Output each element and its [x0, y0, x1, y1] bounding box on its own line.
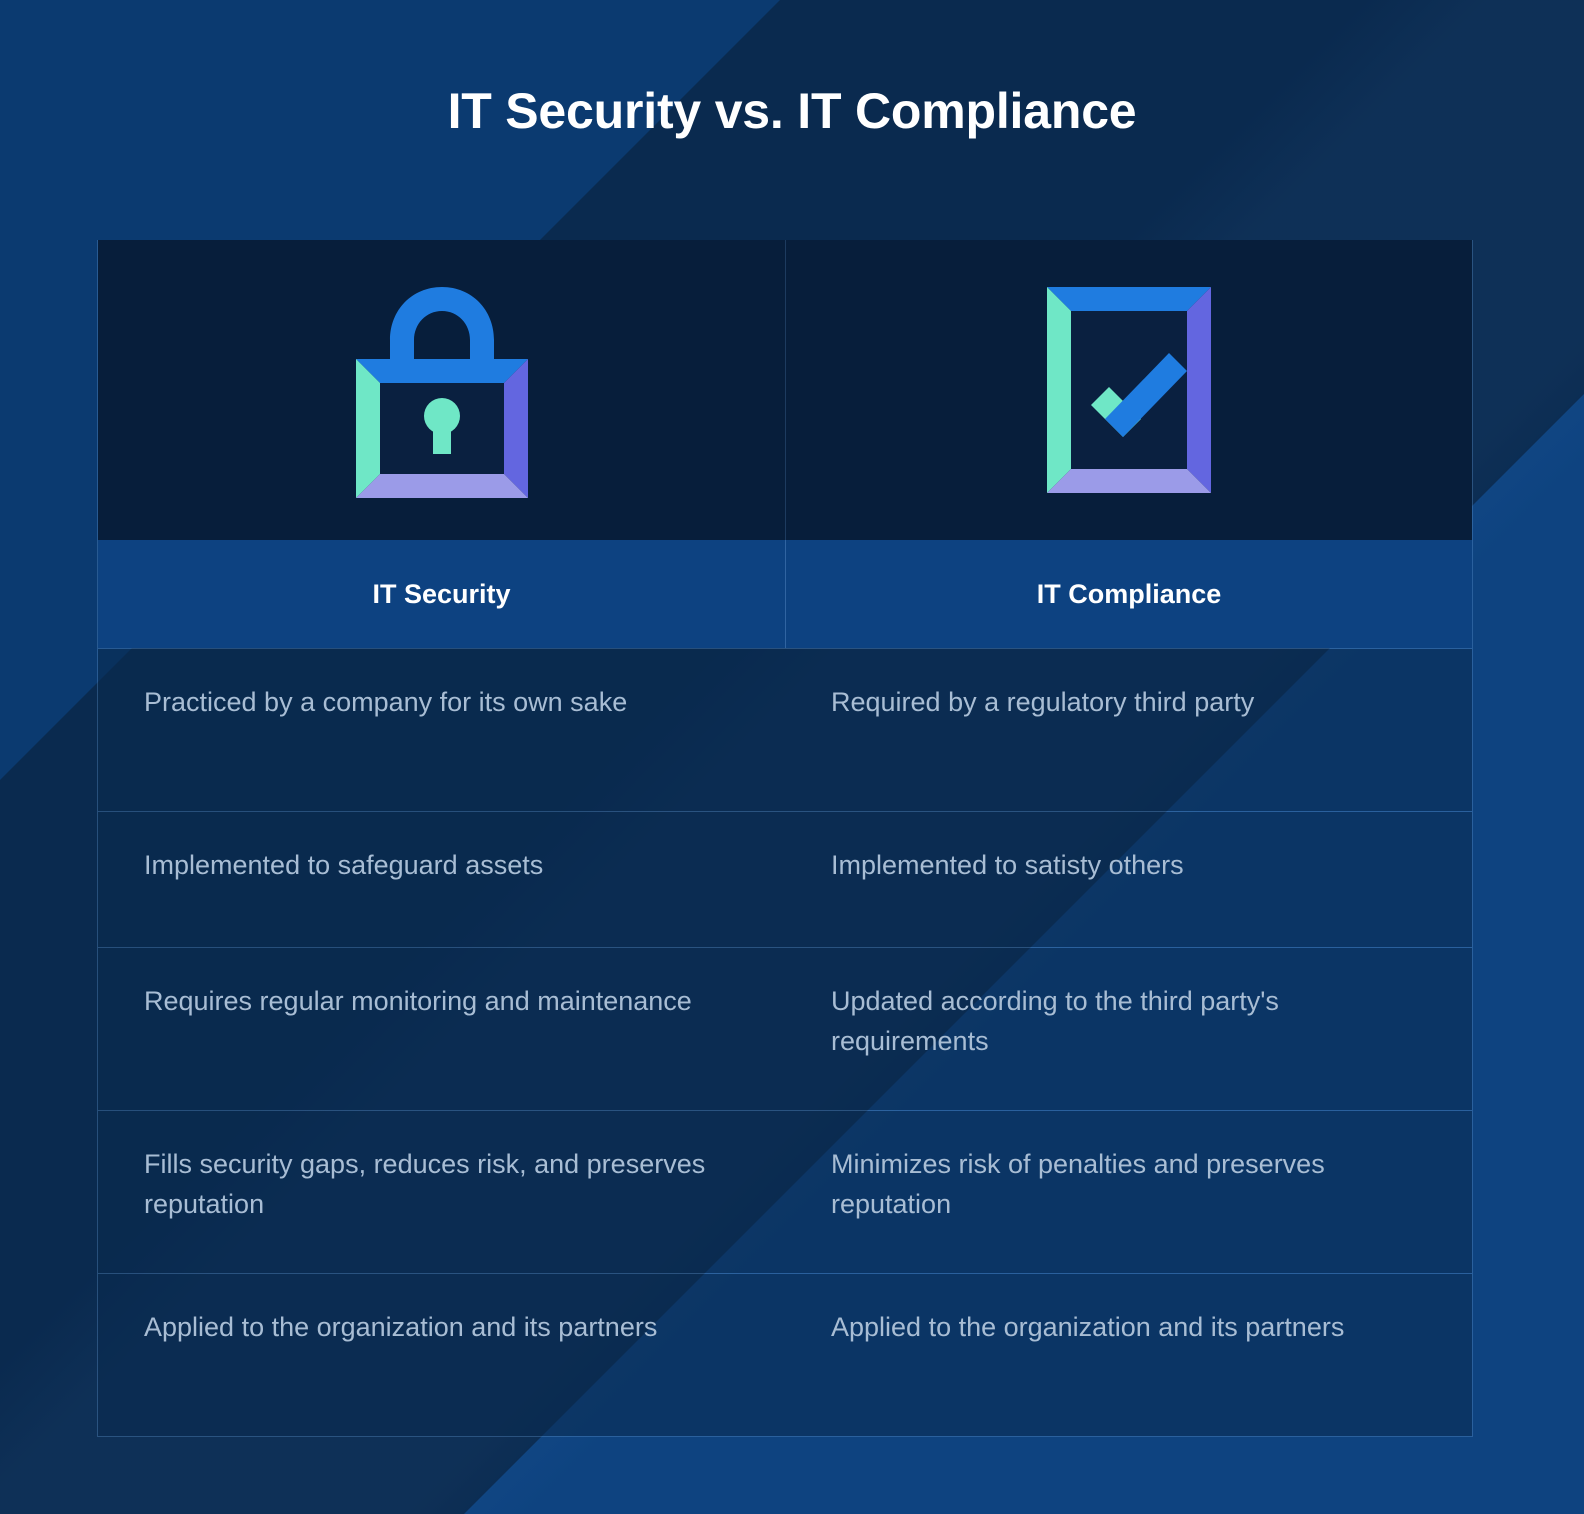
cell-security-1: Practiced by a company for its own sake [144, 687, 628, 717]
icon-row [98, 240, 1472, 540]
cell-security-5: Applied to the organization and its part… [144, 1312, 658, 1342]
cell-compliance-4: Minimizes risk of penalties and preserve… [831, 1149, 1325, 1219]
cell-compliance-1: Required by a regulatory third party [831, 687, 1255, 717]
cell-security-4: Fills security gaps, reduces risk, and p… [144, 1149, 706, 1219]
icon-cell-compliance [785, 240, 1472, 540]
cell-security-2: Implemented to safeguard assets [144, 850, 544, 880]
cell-compliance-2: Implemented to satisty others [831, 850, 1184, 880]
cell-compliance-3: Updated according to the third party's r… [831, 986, 1279, 1056]
table-row: Applied to the organization and its part… [98, 1273, 1472, 1436]
icon-cell-security [98, 240, 785, 540]
column-header-security: IT Security [372, 578, 511, 609]
column-header-compliance: IT Compliance [785, 540, 1472, 648]
table-row: Requires regular monitoring and maintena… [98, 947, 1472, 1110]
page-title: IT Security vs. IT Compliance [447, 83, 1137, 139]
table-row: Implemented to safeguard assets Implemen… [98, 811, 1472, 947]
cell-compliance-5: Applied to the organization and its part… [831, 1312, 1345, 1342]
comparison-table: IT Security IT Compliance Practiced by a… [97, 240, 1473, 1437]
column-header-row: IT Security IT Compliance [98, 540, 1472, 648]
lock-icon [355, 286, 528, 498]
table-row: Fills security gaps, reduces risk, and p… [98, 1110, 1472, 1273]
infographic-page: IT Security vs. IT Compliance IT Securit… [0, 0, 1584, 1514]
cell-security-3: Requires regular monitoring and maintena… [144, 986, 692, 1016]
checkbox-check-icon [1047, 287, 1211, 493]
table-row: Practiced by a company for its own sake … [98, 648, 1472, 811]
